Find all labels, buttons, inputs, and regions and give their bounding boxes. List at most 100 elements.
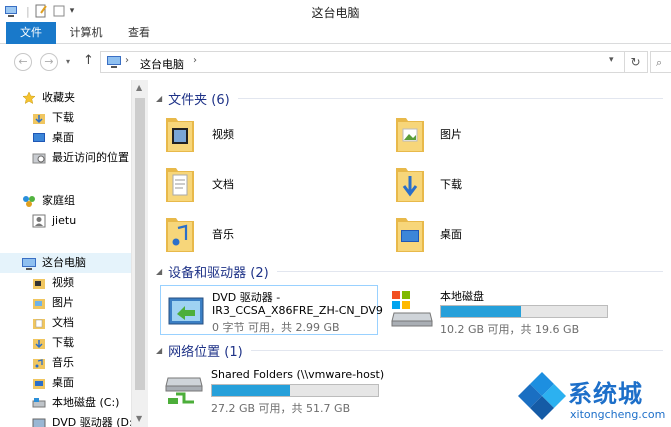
refresh-button[interactable]: ↻: [624, 51, 646, 73]
back-arrow-icon: ←: [18, 55, 28, 68]
nav-item-downloads-pc[interactable]: 下载: [32, 333, 74, 353]
hard-drive-icon: [391, 291, 433, 327]
folder-videos[interactable]: 视频: [164, 112, 364, 156]
scroll-down-icon[interactable]: ▼: [136, 414, 142, 423]
folder-music[interactable]: 音乐: [164, 212, 364, 256]
tab-file[interactable]: 文件: [6, 22, 56, 44]
desktop-folder-icon: [33, 379, 45, 389]
hard-drive-icon: [32, 398, 46, 408]
share-usage-bar: [211, 384, 379, 397]
collapse-icon[interactable]: ◢: [156, 346, 162, 355]
nav-this-pc[interactable]: 这台电脑: [0, 253, 131, 273]
nav-scrollbar[interactable]: ▲ ▼: [131, 80, 148, 427]
nav-item-local-disk-c[interactable]: 本地磁盘 (C:): [32, 393, 119, 413]
drive-dvd[interactable]: DVD 驱动器 - IR3_CCSA_X86FRE_ZH-CN_DV9 0 字节…: [160, 285, 383, 335]
nav-label: 音乐: [52, 356, 74, 369]
nav-label: 桌面: [52, 131, 74, 144]
nav-item-pictures[interactable]: 图片: [32, 293, 74, 313]
recent-locations-icon[interactable]: ▾: [66, 57, 70, 66]
title-bar: | ▾ 这台电脑: [0, 0, 671, 22]
forward-button[interactable]: →: [40, 53, 58, 71]
collapse-icon[interactable]: ◢: [156, 94, 162, 103]
nav-label: jietu: [52, 214, 77, 227]
drive-usage-bar: [440, 305, 608, 318]
recent-places-icon: [32, 153, 46, 164]
xitongcheng-logo-icon: [518, 372, 566, 420]
nav-homegroup[interactable]: 家庭组: [22, 191, 75, 211]
refresh-icon: ↻: [630, 55, 641, 69]
address-bar[interactable]: › 这台电脑 › ▾: [100, 51, 648, 73]
nav-item-desktop-pc[interactable]: 桌面: [32, 373, 74, 393]
star-icon: [22, 91, 36, 105]
drive-local-disk[interactable]: 本地磁盘 10.2 GB 可用，共 19.6 GB: [390, 285, 630, 336]
network-share[interactable]: Shared Folders (\\vmware-host) 27.2 GB 可…: [160, 364, 400, 415]
network-drive-icon: [165, 377, 203, 404]
scrollbar-thumb[interactable]: [135, 98, 145, 390]
group-divider: [250, 349, 663, 351]
scroll-up-icon[interactable]: ▲: [136, 83, 142, 92]
search-input[interactable]: ⌕: [650, 51, 671, 73]
folder-label: 视频: [212, 128, 234, 141]
group-divider: [237, 97, 663, 99]
search-icon: ⌕: [656, 56, 663, 69]
nav-item-jietu[interactable]: jietu: [32, 211, 76, 231]
nav-item-desktop[interactable]: 桌面: [32, 128, 74, 148]
share-name: Shared Folders (\\vmware-host): [211, 368, 385, 381]
nav-label: 桌面: [52, 376, 74, 389]
folder-label: 下载: [440, 178, 462, 191]
pictures-folder-icon: [33, 299, 45, 309]
desktop-folder-icon: [396, 218, 424, 252]
watermark: 系统城 xitongcheng.com: [510, 368, 671, 427]
folder-label: 音乐: [212, 228, 234, 241]
group-network[interactable]: ◢ 网络位置 (1): [156, 341, 663, 360]
nav-item-dvd-drive-d[interactable]: DVD 驱动器 (D:): [32, 413, 137, 427]
nav-item-music[interactable]: 音乐: [32, 353, 74, 373]
share-free-space: 27.2 GB 可用，共 51.7 GB: [211, 402, 351, 415]
nav-label: 家庭组: [42, 194, 75, 207]
breadcrumb-separator-icon[interactable]: ›: [125, 55, 129, 66]
drive-name: DVD 驱动器 -: [212, 291, 281, 304]
collapse-icon[interactable]: ◢: [156, 267, 162, 276]
computer-icon: [107, 56, 121, 68]
downloads-folder-icon: [33, 339, 45, 349]
documents-folder-icon: [33, 319, 45, 329]
drive-name: 本地磁盘: [440, 290, 484, 303]
nav-item-videos[interactable]: 视频: [32, 273, 74, 293]
address-dropdown-icon[interactable]: ▾: [609, 55, 614, 65]
group-folders[interactable]: ◢ 文件夹 (6): [156, 89, 663, 108]
nav-label: 下载: [52, 111, 74, 124]
back-button[interactable]: ←: [14, 53, 32, 71]
group-title: 文件夹 (6): [168, 92, 230, 108]
forward-arrow-icon: →: [44, 55, 54, 68]
nav-label: 图片: [52, 296, 74, 309]
nav-label: 下载: [52, 336, 74, 349]
group-devices[interactable]: ◢ 设备和驱动器 (2): [156, 262, 663, 281]
desktop-icon: [33, 133, 45, 142]
dvd-drive-icon: [168, 297, 204, 325]
nav-label: 最近访问的位置: [52, 151, 129, 164]
pictures-folder-icon: [396, 118, 424, 152]
tab-view[interactable]: 查看: [118, 22, 160, 44]
navigation-pane: 收藏夹 下载 桌面 最近访问的位置 家庭组 jietu 这台电脑 视频 图片 文…: [0, 80, 148, 427]
folder-downloads[interactable]: 下载: [394, 162, 594, 206]
folder-label: 文档: [212, 178, 234, 191]
folder-documents[interactable]: 文档: [164, 162, 364, 206]
nav-label: DVD 驱动器 (D:): [52, 416, 138, 427]
up-arrow-icon[interactable]: ↑: [83, 53, 94, 68]
folder-desktop[interactable]: 桌面: [394, 212, 594, 256]
downloads-folder-icon: [396, 168, 424, 202]
music-folder-icon: [33, 359, 45, 369]
drive-free-space: 10.2 GB 可用，共 19.6 GB: [440, 323, 580, 336]
nav-item-recent-places[interactable]: 最近访问的位置: [32, 148, 129, 168]
tab-computer[interactable]: 计算机: [60, 22, 112, 44]
computer-icon: [22, 257, 36, 270]
window-title: 这台电脑: [311, 6, 360, 20]
group-title: 网络位置 (1): [168, 344, 243, 360]
nav-favorites[interactable]: 收藏夹: [22, 88, 75, 108]
nav-item-downloads[interactable]: 下载: [32, 108, 74, 128]
breadcrumb-this-pc[interactable]: 这台电脑: [140, 56, 184, 72]
nav-item-documents[interactable]: 文档: [32, 313, 74, 333]
folder-pictures[interactable]: 图片: [394, 112, 594, 156]
breadcrumb-separator-icon[interactable]: ›: [193, 55, 197, 66]
homegroup-icon: [23, 196, 35, 207]
